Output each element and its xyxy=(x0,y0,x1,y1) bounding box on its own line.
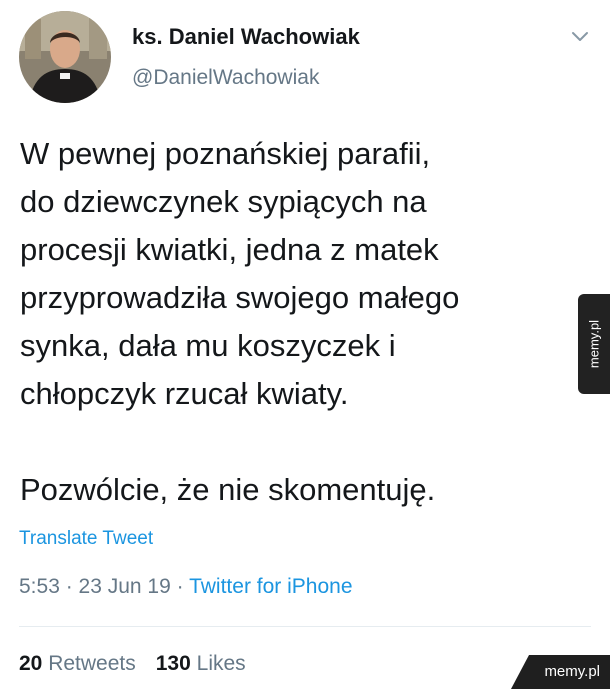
author-handle[interactable]: @DanielWachowiak xyxy=(132,66,319,90)
tweet-paragraph: W pewnej poznańskiej parafii, do dziewcz… xyxy=(20,136,460,411)
retweets-count: 20 xyxy=(19,652,43,675)
avatar[interactable] xyxy=(19,11,111,103)
avatar-photo xyxy=(19,11,111,103)
tweet-time[interactable]: 5:53 xyxy=(19,575,60,598)
tweet-source-link[interactable]: Twitter for iPhone xyxy=(189,575,352,598)
likes-count: 130 xyxy=(155,652,191,675)
retweets-stat[interactable]: 20 Retweets xyxy=(19,652,136,675)
translate-tweet-link[interactable]: Translate Tweet xyxy=(19,528,153,550)
watermark-side-text: memy.pl xyxy=(586,319,602,369)
chevron-down-icon[interactable] xyxy=(568,26,592,46)
tweet-stats: 20 Retweets 130 Likes xyxy=(19,652,246,676)
watermark-corner-text: memy.pl xyxy=(544,663,600,680)
tweet-text: W pewnej poznańskiej parafii, do dziewcz… xyxy=(20,130,580,514)
watermark-side: memy.pl xyxy=(578,294,610,394)
retweets-label: Retweets xyxy=(48,652,136,675)
tweet-paragraph: Pozwólcie, że nie skomentuję. xyxy=(20,472,436,507)
watermark-corner: memy.pl xyxy=(511,655,610,689)
divider xyxy=(19,626,591,627)
meta-separator: · xyxy=(65,575,79,598)
likes-label: Likes xyxy=(196,652,246,675)
likes-stat[interactable]: 130 Likes xyxy=(156,652,246,675)
tweet-meta: 5:53 · 23 Jun 19 · Twitter for iPhone xyxy=(19,575,353,599)
tweet-date[interactable]: 23 Jun 19 xyxy=(79,575,171,598)
author-name[interactable]: ks. Daniel Wachowiak xyxy=(132,24,360,50)
meta-separator: · xyxy=(176,575,190,598)
